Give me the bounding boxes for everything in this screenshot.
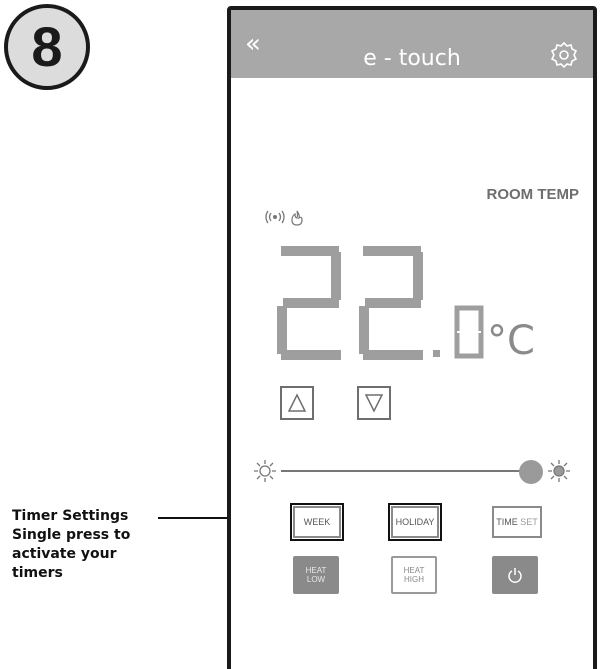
triangle-down-icon [364,394,384,413]
sun-outline-icon [254,460,276,482]
power-icon [508,568,522,583]
slider-track[interactable] [281,470,521,472]
temperature-integer-digits [277,246,423,360]
callout-text: Timer Settings Single press to activate … [12,508,131,581]
flame-icon [291,210,303,226]
holiday-timer-button[interactable]: HOLIDAY [388,503,442,541]
heat-low-label-line2: LOW [306,575,326,584]
sun-filled-icon [548,460,570,482]
temperature-display: °C [277,246,535,364]
temperature-decimal-digit [454,305,484,359]
step-number: 8 [31,15,63,78]
decimal-point [433,350,440,357]
time-set-label-set: SET [520,517,538,527]
heat-high-button[interactable]: HEAT HIGH [391,556,437,594]
triangle-up-icon [287,393,307,412]
room-temp-label: ROOM TEMP [486,186,580,203]
heat-high-label-line1: HEAT [403,566,425,575]
step-badge: 8 [4,4,90,90]
brightness-slider[interactable] [251,454,581,488]
status-icons [265,210,305,226]
time-set-button[interactable]: TIME SET [492,506,542,538]
wireless-signal-icon [265,210,285,224]
time-set-label-time: TIME [496,517,518,527]
app-header: « e - touch [231,10,593,78]
heat-low-button[interactable]: HEAT LOW [293,556,339,594]
heat-high-label-line2: HIGH [404,575,424,584]
phone-screen: « e - touch ROOM TEMP °C WEEK HOLIDAY TI… [227,6,597,669]
week-timer-button[interactable]: WEEK [290,503,344,541]
temperature-unit: °C [487,318,535,364]
gear-icon[interactable] [549,40,579,70]
power-button[interactable] [492,556,538,594]
heat-low-label-line1: HEAT [305,566,327,575]
increase-temp-button[interactable] [280,386,314,420]
slider-knob[interactable] [519,460,543,484]
decrease-temp-button[interactable] [357,386,391,420]
app-title: e - touch [363,46,461,71]
